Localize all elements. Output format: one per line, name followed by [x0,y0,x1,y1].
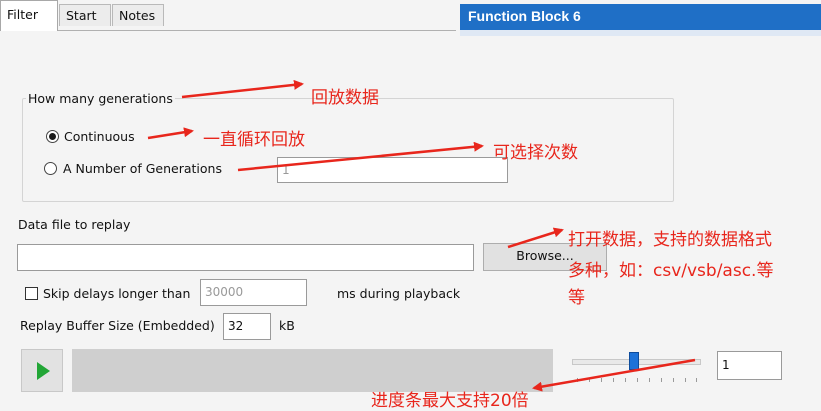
annotation-selectable-count: 可选择次数 [493,143,578,163]
annotation-open-data-line2: 多种，如：csv/vsb/asc.等 [568,261,774,281]
annotation-arrows [147,79,696,392]
arrow-progress-note [532,358,696,392]
annotation-progress-note: 进度条最大支持20倍 [371,391,529,411]
annotation-open-data-line1: 打开数据，支持的数据格式 [568,230,772,250]
annotation-loop-replay: 一直循环回放 [203,130,305,150]
tab-filter-label: Filter [7,7,38,22]
arrow-open-data [507,227,564,249]
arrow-loop-replay [147,127,194,140]
arrow-replay-data [181,79,304,99]
annotation-open-data-line3: 等 [568,288,585,308]
tab-filter[interactable]: Filter [0,0,58,31]
annotation-replay-data: 回放数据 [311,88,379,108]
